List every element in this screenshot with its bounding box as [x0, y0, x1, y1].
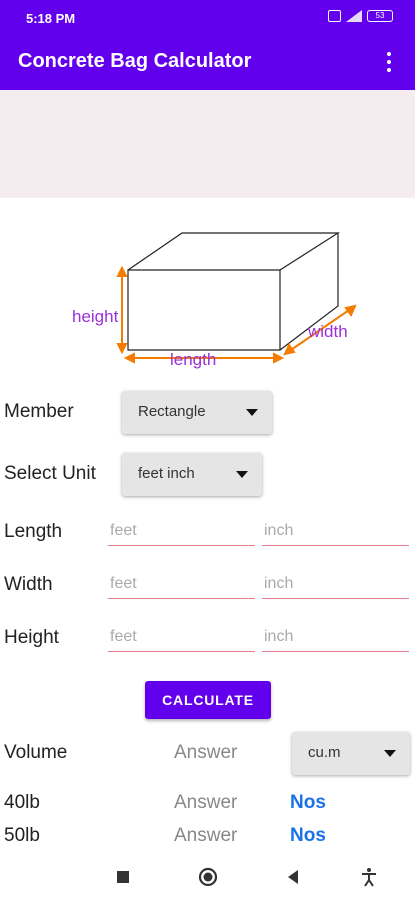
- bag50-label: 50lb: [4, 825, 40, 846]
- bag40-answer: Answer: [174, 792, 238, 813]
- volume-unit-selected: cu.m: [308, 744, 341, 761]
- bag50-answer: Answer: [174, 825, 238, 846]
- app-bar: Concrete Bag Calculator: [0, 34, 415, 90]
- volume-label: Volume: [4, 742, 68, 763]
- status-icons: 53: [328, 10, 393, 22]
- bag40-unit: Nos: [290, 792, 326, 813]
- system-nav-bar: [0, 852, 415, 900]
- width-feet-input[interactable]: [108, 569, 255, 598]
- home-icon[interactable]: [197, 866, 219, 888]
- sim-icon: [328, 10, 341, 22]
- member-label: Member: [4, 401, 74, 422]
- bag50-unit: Nos: [290, 825, 326, 846]
- length-inch-field[interactable]: [262, 516, 409, 546]
- height-feet-field[interactable]: [108, 622, 255, 652]
- signal-icon: [346, 10, 362, 22]
- calculate-button[interactable]: CALCULATE: [145, 681, 271, 719]
- height-label: height: [72, 307, 119, 326]
- length-feet-input[interactable]: [108, 516, 255, 545]
- length-inch-input[interactable]: [262, 516, 409, 545]
- member-dropdown[interactable]: Rectangle: [122, 391, 272, 434]
- member-selected: Rectangle: [138, 403, 206, 420]
- bag40-label: 40lb: [4, 792, 40, 813]
- volume-answer: Answer: [174, 742, 238, 763]
- app-title: Concrete Bag Calculator: [18, 50, 252, 72]
- box-diagram: height length width: [72, 232, 357, 369]
- width-inch-input[interactable]: [262, 569, 409, 598]
- chevron-down-icon: [246, 409, 258, 416]
- height-inch-input[interactable]: [262, 622, 409, 651]
- height-feet-input[interactable]: [108, 622, 255, 651]
- length-feet-field[interactable]: [108, 516, 255, 546]
- unit-dropdown[interactable]: feet inch: [122, 453, 262, 496]
- volume-unit-dropdown[interactable]: cu.m: [292, 732, 410, 775]
- overflow-menu-icon[interactable]: [377, 48, 401, 76]
- height-inch-field[interactable]: [262, 622, 409, 652]
- status-time: 5:18 PM: [26, 11, 76, 26]
- unit-selected: feet inch: [138, 465, 195, 482]
- chevron-down-icon: [384, 750, 396, 757]
- height-row-label: Height: [4, 627, 59, 648]
- battery-level: 53: [375, 11, 385, 20]
- width-label: width: [307, 322, 348, 341]
- width-inch-field[interactable]: [262, 569, 409, 599]
- accessibility-icon[interactable]: [358, 866, 380, 888]
- length-label: length: [170, 350, 216, 369]
- width-row-label: Width: [4, 574, 53, 595]
- length-row-label: Length: [4, 521, 63, 542]
- back-icon[interactable]: [282, 866, 304, 888]
- chevron-down-icon: [236, 471, 248, 478]
- battery-icon: 53: [367, 10, 393, 22]
- unit-label: Select Unit: [4, 463, 96, 484]
- width-feet-field[interactable]: [108, 569, 255, 599]
- recents-icon[interactable]: [112, 866, 134, 888]
- ad-banner-area: [0, 90, 415, 198]
- status-bar: 5:18 PM 53: [0, 0, 415, 34]
